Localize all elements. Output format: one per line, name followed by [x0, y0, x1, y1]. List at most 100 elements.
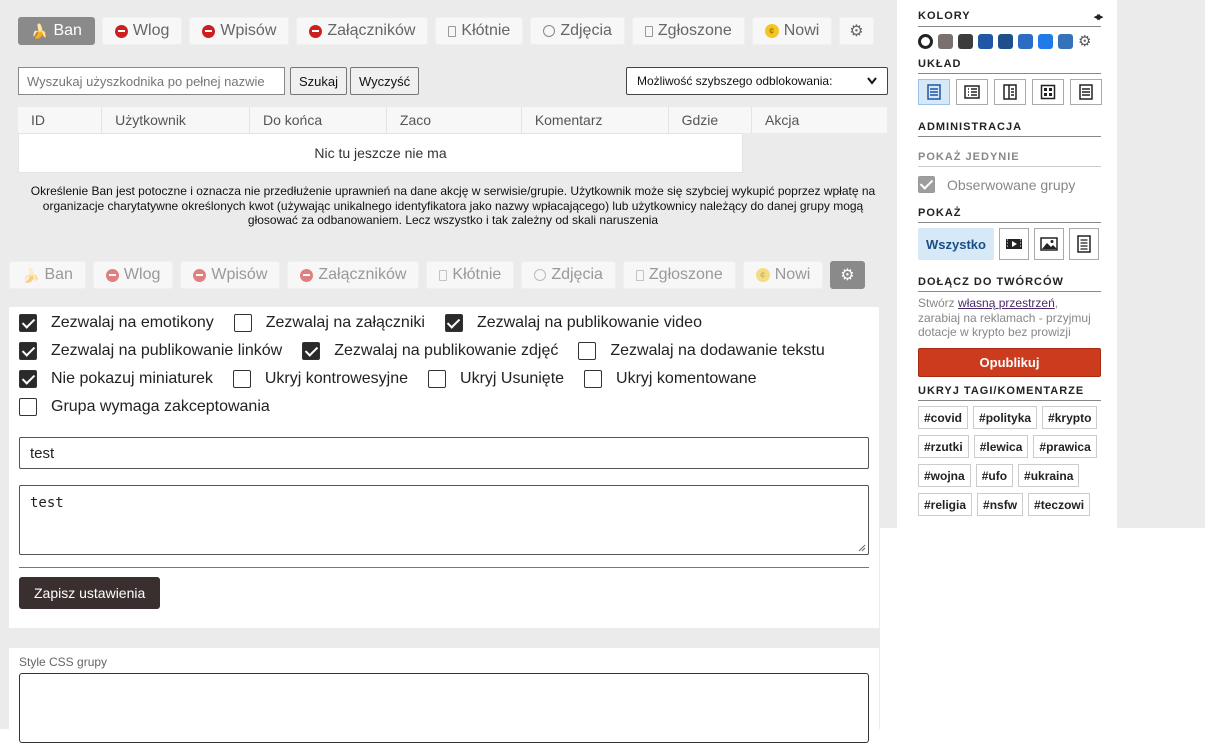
layout-columns-icon[interactable]: [994, 79, 1026, 105]
no-entry-icon: [300, 268, 314, 282]
layout-table-icon[interactable]: [956, 79, 988, 105]
tab-załączników[interactable]: Załączników: [296, 17, 429, 45]
settings-tab[interactable]: ⚙: [830, 261, 865, 289]
right-margin: [1117, 0, 1205, 528]
settings-checkbox[interactable]: Zezwalaj na publikowanie linków: [19, 342, 282, 360]
settings-checkbox[interactable]: Ukryj Usunięte: [428, 370, 564, 388]
hide-tag[interactable]: #prawica: [1033, 435, 1097, 458]
tab-wlog[interactable]: Wlog: [92, 261, 174, 289]
unblock-select[interactable]: Możliwość szybszego odblokowania:: [626, 67, 888, 95]
video-filter-icon[interactable]: [998, 228, 1029, 260]
settings-checkbox[interactable]: Zezwalaj na załączniki: [233, 314, 425, 332]
publish-button[interactable]: Opublikuj: [918, 348, 1101, 377]
creator-text: Stwórz własną przestrzeń, zarabiaj na re…: [918, 296, 1103, 340]
tab-wpisów[interactable]: Wpisów: [180, 261, 281, 289]
settings-checkbox[interactable]: Ukryj kontrowesyjne: [232, 370, 408, 388]
show-filter: Wszystko: [918, 228, 1099, 260]
color-swatch[interactable]: [938, 33, 953, 49]
tab-zdjęcia[interactable]: Zdjęcia: [521, 261, 616, 289]
image-filter-icon[interactable]: [1033, 228, 1064, 260]
layout-list-icon[interactable]: [918, 79, 950, 105]
color-swatch[interactable]: [918, 33, 933, 49]
banana-icon: 🍌: [31, 22, 49, 39]
tab-zgłoszone[interactable]: Zgłoszone: [622, 261, 736, 289]
color-swatch[interactable]: [1058, 33, 1073, 49]
settings-checkbox[interactable]: Zezwalaj na emotikony: [19, 314, 214, 332]
user-search-input[interactable]: [18, 67, 285, 95]
column-header: ID: [18, 107, 103, 133]
observed-groups-checkbox[interactable]: Obserwowane grupy: [918, 176, 1075, 193]
clear-button[interactable]: Wyczyść: [350, 67, 420, 95]
search-button[interactable]: Szukaj: [290, 67, 348, 95]
tag-list: #covid #polityka #krypto #rzutki #lewica #pra…: [918, 406, 1108, 516]
checkbox-label: Zezwalaj na publikowanie video: [476, 314, 702, 331]
hide-tag[interactable]: #religia: [918, 493, 973, 516]
checkbox-icon: [428, 370, 447, 388]
colors-arrows-icon[interactable]: ◂▸: [1094, 10, 1103, 23]
checkbox-label: Zezwalaj na publikowanie linków: [51, 342, 283, 359]
hide-tag[interactable]: #lewica: [973, 435, 1029, 458]
admin-heading: ADMINISTRACJA: [918, 121, 1101, 137]
hide-tag[interactable]: #polityka: [973, 406, 1038, 429]
resize-handle-icon[interactable]: [858, 544, 866, 552]
creator-prefix: Stwórz: [918, 296, 955, 310]
hide-tag[interactable]: #wojna: [918, 464, 971, 487]
settings-textarea-value: test: [30, 495, 64, 511]
hide-tag[interactable]: #ufo: [975, 464, 1014, 487]
tab-label: Wpisów: [211, 266, 268, 283]
tab-label: Ban: [44, 266, 73, 283]
show-only-heading: POKAŻ JEDYNIE: [918, 151, 1101, 167]
color-swatch[interactable]: [1018, 33, 1033, 49]
tab-wpisów[interactable]: Wpisów: [189, 17, 290, 45]
settings-text-input[interactable]: test: [19, 437, 869, 469]
color-swatch[interactable]: [958, 33, 973, 49]
hide-tag[interactable]: #krypto: [1042, 406, 1098, 429]
checkbox-icon: [918, 176, 935, 193]
settings-checkbox[interactable]: Zezwalaj na dodawanie tekstu: [578, 342, 825, 360]
settings-checkbox[interactable]: Zezwalaj na publikowanie video: [444, 314, 702, 332]
tab-wlog[interactable]: Wlog: [101, 17, 183, 45]
tab-załączników[interactable]: Załączników: [287, 261, 420, 289]
css-textarea[interactable]: [19, 673, 869, 743]
tab-kłótnie[interactable]: Kłótnie: [435, 17, 524, 45]
settings-tab[interactable]: ⚙: [839, 17, 874, 45]
settings-checkbox[interactable]: Nie pokazuj miniaturek: [19, 370, 213, 388]
tab-nowi[interactable]: ¢ Nowi: [751, 17, 833, 45]
tab-ban[interactable]: 🍌 Ban: [18, 17, 95, 45]
unblock-select-value: Możliwość szybszego odblokowania:: [637, 74, 833, 88]
hide-tag[interactable]: #teczowi: [1028, 493, 1091, 516]
settings-checkbox[interactable]: Ukryj komentowane: [584, 370, 757, 388]
checkbox-label: Zezwalaj na dodawanie tekstu: [610, 342, 825, 359]
color-swatch[interactable]: [978, 33, 993, 49]
divider: [19, 567, 869, 568]
layout-grid-icon[interactable]: [1032, 79, 1064, 105]
tab-nowi[interactable]: ¢ Nowi: [742, 261, 824, 289]
creator-link[interactable]: własną przestrzeń: [958, 296, 1055, 310]
tab-ban[interactable]: 🍌 Ban: [9, 261, 86, 289]
tab-zgłoszone[interactable]: Zgłoszone: [631, 17, 745, 45]
checkbox-label: Ukryj Usunięte: [460, 370, 565, 387]
color-swatch[interactable]: [998, 33, 1013, 49]
settings-checkbox-row: Nie pokazuj miniaturek Ukryj kontrowesyjn…: [19, 370, 777, 388]
hide-tag[interactable]: #rzutki: [918, 435, 969, 458]
tab-zdjęcia[interactable]: Zdjęcia: [530, 17, 625, 45]
settings-text-input-value: test: [30, 444, 55, 462]
gear-icon[interactable]: ⚙: [1078, 32, 1091, 50]
save-settings-button[interactable]: Zapisz ustawienia: [19, 577, 161, 609]
text-filter-icon[interactable]: [1068, 228, 1099, 260]
settings-textarea[interactable]: test: [19, 485, 869, 555]
column-header: Użytkownik: [101, 107, 250, 133]
layout-text-icon[interactable]: [1070, 79, 1102, 105]
hide-tag[interactable]: #nsfw: [977, 493, 1024, 516]
column-header: Do końca: [249, 107, 387, 133]
checkbox-icon: [19, 342, 37, 360]
hide-tag[interactable]: #covid: [918, 406, 969, 429]
tab-kłótnie[interactable]: Kłótnie: [426, 261, 515, 289]
show-all-button[interactable]: Wszystko: [918, 228, 994, 260]
checkbox-icon: [232, 370, 251, 388]
settings-checkbox[interactable]: Grupa wymaga zakceptowania: [19, 398, 270, 416]
observed-groups-label: Obserwowane grupy: [947, 176, 1076, 193]
hide-tag[interactable]: #ukraina: [1018, 464, 1080, 487]
settings-checkbox[interactable]: Zezwalaj na publikowanie zdjęć: [302, 342, 558, 360]
color-swatch[interactable]: [1038, 33, 1053, 49]
